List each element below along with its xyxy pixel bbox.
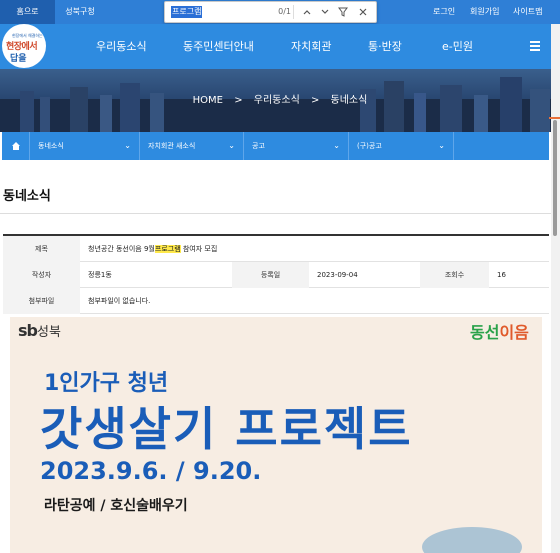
nav-item-tong-ban[interactable]: 통·반장 [368, 24, 402, 69]
post-info-table: 제목 청년공간 동선이음 9월프로그램 참여자 모집 작성자 정릉1동 등록일 … [3, 234, 549, 314]
attachment-value: 첨부파일이 없습니다. [88, 297, 151, 305]
subnav-label: (구)공고 [357, 142, 382, 150]
close-icon[interactable] [355, 2, 371, 22]
find-input[interactable]: 프로그램 [171, 6, 203, 18]
dongsun-ieum-logo: 동선이음 [470, 319, 529, 343]
table-row: 첨부파일 첨부파일이 없습니다. [3, 288, 549, 314]
poster-programs: 라탄공예 / 호신술배우기 [44, 498, 188, 514]
date-label: 등록일 [232, 262, 309, 288]
title-divider [0, 213, 560, 214]
chevron-down-icon: ⌄ [333, 141, 340, 150]
poster-headline: 갓생살기 프로젝트 [40, 402, 413, 456]
breadcrumb: HOME > 우리동소식 > 동네소식 [0, 69, 560, 132]
filter-icon[interactable] [335, 2, 351, 22]
subnav-label: 동네소식 [38, 142, 64, 150]
signup-link[interactable]: 회원가입 [470, 0, 499, 24]
subnav-label: 자치회관 새소식 [148, 142, 196, 150]
subject-label: 제목 [3, 236, 80, 262]
subject-text: 참여자 모집 [180, 245, 218, 253]
scrollbar-thumb[interactable] [553, 120, 557, 236]
poster-dates: 2023.9.6. / 9.20. [40, 457, 262, 485]
seongbuk-logo: sb성북 [18, 321, 61, 340]
chevron-up-icon[interactable] [299, 2, 315, 22]
nav-item-news[interactable]: 우리동소식 [96, 24, 147, 69]
sub-navigation: 동네소식 ⌄ 자치회관 새소식 ⌄ 공고 ⌄ (구)공고 ⌄ [2, 132, 549, 160]
hero-banner: HOME > 우리동소식 > 동네소식 [0, 69, 560, 132]
breadcrumb-separator: > [310, 95, 320, 106]
edge-marker [549, 117, 560, 119]
subnav-dropdown-notice[interactable]: 공고 ⌄ [244, 132, 349, 160]
attachment-label: 첨부파일 [3, 288, 80, 314]
find-separator [293, 5, 294, 19]
find-match-count: 0/1 [278, 7, 291, 16]
login-link[interactable]: 로그인 [433, 0, 455, 24]
chevron-down-icon: ⌄ [438, 141, 445, 150]
home-icon[interactable] [2, 132, 30, 160]
site-logo[interactable]: 현장에서 해결하는 현장에서 답을 [2, 24, 46, 68]
breadcrumb-level1[interactable]: 우리동소식 [254, 95, 300, 106]
subnav-dropdown-news[interactable]: 동네소식 ⌄ [30, 132, 140, 160]
subnav-label: 공고 [252, 142, 265, 150]
scrollbar-track[interactable] [551, 24, 560, 553]
nav-item-center-info[interactable]: 동주민센터안내 [183, 24, 254, 69]
ieum-text: 이음 [499, 323, 529, 342]
date-value: 2023-09-04 [317, 271, 358, 279]
table-row: 작성자 정릉1동 등록일 2023-09-04 조회수 16 [3, 262, 549, 288]
logo-text-2: 답을 [10, 54, 27, 64]
sb-text: 성북 [36, 325, 61, 340]
chevron-down-icon: ⌄ [228, 141, 235, 150]
nav-item-community-hall[interactable]: 자치회관 [291, 24, 331, 69]
views-label: 조회수 [420, 262, 489, 288]
subnav-dropdown-old-notice[interactable]: (구)공고 ⌄ [349, 132, 454, 160]
page-title: 동네소식 [3, 189, 51, 204]
subject-text: 청년공간 동선이음 9월 [88, 245, 155, 253]
views-value: 16 [497, 271, 506, 279]
poster-decoration [422, 527, 522, 553]
author-label: 작성자 [3, 262, 80, 288]
search-highlight: 프로그램 [154, 245, 181, 253]
author-value: 정릉1동 [88, 271, 112, 279]
dongsun-text: 동선 [470, 323, 500, 342]
chevron-down-icon: ⌄ [124, 141, 131, 150]
main-header: 현장에서 해결하는 현장에서 답을 우리동소식 동주민센터안내 자치회관 통·반… [0, 24, 560, 69]
nav-item-e-civil[interactable]: e-민원 [442, 24, 473, 69]
district-office-tab[interactable]: 성북구청 [55, 0, 105, 24]
subnav-dropdown-community-news[interactable]: 자치회관 새소식 ⌄ [140, 132, 244, 160]
post-poster-image: sb성북 동선이음 1인가구 청년 갓생살기 프로젝트 2023.9.6. / … [10, 317, 542, 553]
sb-mark: sb [18, 321, 38, 340]
find-in-page-bar: 프로그램 0/1 [164, 1, 377, 23]
hamburger-menu-icon[interactable] [530, 41, 540, 51]
subject-value: 청년공간 동선이음 9월프로그램 참여자 모집 [80, 236, 217, 262]
breadcrumb-separator: > [234, 95, 243, 106]
table-row: 제목 청년공간 동선이음 9월프로그램 참여자 모집 [3, 236, 549, 262]
chevron-down-icon[interactable] [317, 2, 333, 22]
breadcrumb-level2[interactable]: 동네소식 [331, 95, 368, 106]
home-tab[interactable]: 홈으로 [0, 0, 55, 24]
sitemap-link[interactable]: 사이트맵 [513, 0, 542, 24]
breadcrumb-home[interactable]: HOME [193, 95, 223, 106]
